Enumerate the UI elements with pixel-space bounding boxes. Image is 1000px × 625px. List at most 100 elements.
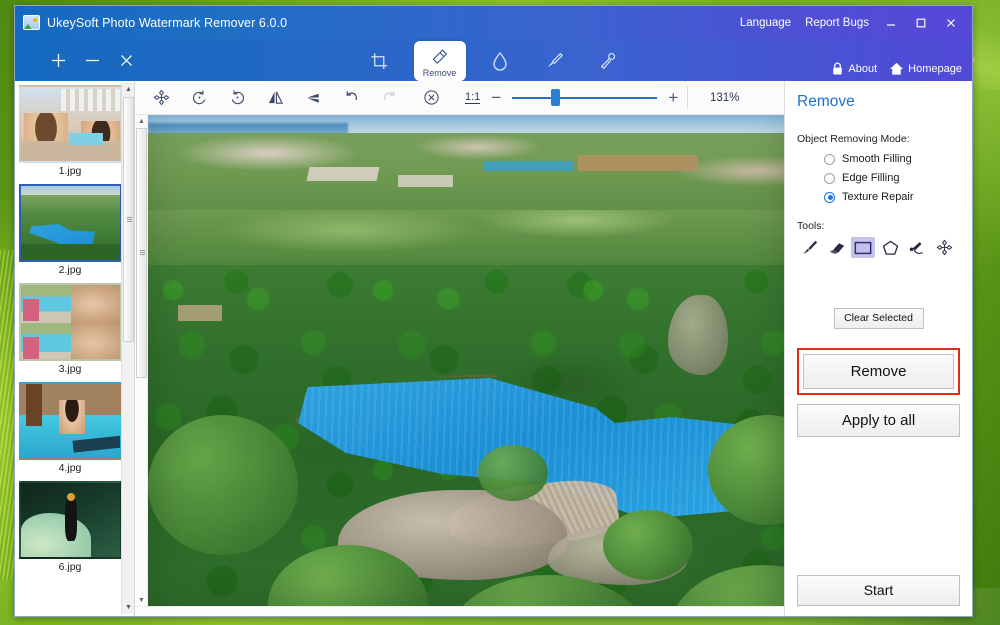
scroll-down-icon[interactable]: ▼ — [135, 594, 148, 606]
photo-rock — [668, 295, 728, 375]
list-item[interactable]: 3.jpg — [19, 283, 121, 378]
minus-icon — [85, 59, 99, 61]
zoom-actual-size-button[interactable]: 1:1 — [465, 91, 481, 104]
polygon-icon — [882, 240, 898, 255]
object-removing-mode-label: Object Removing Mode: — [797, 133, 910, 145]
plus-icon — [51, 53, 65, 67]
eraser-icon — [829, 243, 844, 254]
canvas-vertical-scrollbar[interactable]: ▲ ▼ — [135, 115, 148, 606]
minimize-button[interactable] — [876, 8, 906, 38]
rotate-left-button[interactable] — [187, 86, 211, 110]
thumbnail-scrollbar[interactable]: ▲ ▼ — [121, 83, 134, 614]
close-icon — [947, 18, 955, 27]
rectangle-select-tool[interactable] — [851, 237, 875, 258]
photo-shrub — [148, 415, 298, 555]
report-bugs-link[interactable]: Report Bugs — [798, 17, 876, 29]
maximize-button[interactable] — [906, 8, 936, 38]
scrollbar-thumb[interactable] — [136, 128, 147, 378]
pan-tool-button[interactable] — [149, 86, 173, 110]
zoom-in-button[interactable]: + — [668, 89, 678, 106]
homepage-link[interactable]: Homepage — [889, 62, 962, 76]
remove-button-highlight: Remove — [797, 348, 960, 395]
radio-label: Texture Repair — [842, 191, 914, 203]
thumbnail-image[interactable] — [19, 85, 121, 163]
remove-file-button[interactable] — [75, 43, 109, 77]
photo-building — [178, 305, 222, 321]
brush-icon — [802, 240, 817, 255]
radio-button[interactable] — [824, 153, 835, 165]
tab-crop[interactable] — [360, 43, 400, 79]
list-item[interactable]: 6.jpg — [19, 481, 121, 576]
canvas-column: 1:1 − + 131% ▲ ▼ — [135, 81, 784, 616]
title-bar: UkeySoft Photo Watermark Remover 6.0.0 L… — [15, 6, 972, 39]
undo-icon — [346, 91, 357, 100]
brush-icon — [547, 52, 563, 68]
thumbnail-label: 6.jpg — [58, 561, 82, 573]
polygon-select-tool[interactable] — [878, 237, 902, 258]
water-drop-icon — [492, 52, 507, 71]
undo-button[interactable] — [339, 86, 363, 110]
clear-selected-button[interactable]: Clear Selected — [833, 308, 924, 329]
list-item[interactable]: 4.jpg — [19, 382, 121, 477]
eraser-tool[interactable] — [824, 237, 848, 258]
mode-tabs: Remove — [360, 41, 628, 81]
tab-remove[interactable]: Remove — [413, 41, 466, 81]
canvas-horizontal-scrollbar[interactable] — [135, 606, 784, 616]
photo-building — [578, 155, 698, 171]
thumbnail-image[interactable] — [19, 382, 121, 460]
toolbar-divider — [687, 86, 688, 109]
thumbnail-label: 2.jpg — [58, 264, 82, 276]
rotate-cw-icon — [231, 90, 244, 105]
thumbnail-image[interactable] — [19, 481, 121, 559]
list-item[interactable]: 1.jpg — [19, 85, 121, 180]
toolbar-links: About Homepage — [831, 62, 962, 76]
homepage-label: Homepage — [908, 63, 962, 75]
tab-brush[interactable] — [534, 43, 574, 79]
thumbnail-image[interactable] — [19, 283, 121, 361]
about-link[interactable]: About — [831, 62, 877, 76]
tab-remove-label: Remove — [422, 67, 457, 78]
apply-to-all-button[interactable]: Apply to all — [797, 404, 960, 437]
radio-texture-repair[interactable]: Texture Repair — [824, 191, 960, 203]
thumbnail-list[interactable]: 1.jpg 2.jpg 3.jpg 4.jpg 6.jpg — [19, 85, 121, 612]
tab-watermark[interactable] — [480, 43, 520, 79]
main-toolbar: Remove About Homepage — [15, 39, 972, 81]
thumbnail-image[interactable] — [19, 184, 121, 262]
clear-files-button[interactable] — [109, 43, 143, 77]
radio-button[interactable] — [824, 191, 835, 203]
scroll-down-icon[interactable]: ▼ — [122, 601, 135, 614]
cancel-button[interactable] — [419, 86, 443, 110]
start-button[interactable]: Start — [797, 575, 960, 606]
lasso-tool[interactable] — [905, 237, 929, 258]
tab-pen[interactable] — [588, 43, 628, 79]
add-files-button[interactable] — [41, 43, 75, 77]
crop-icon — [371, 52, 388, 69]
zoom-out-button[interactable]: − — [491, 89, 501, 106]
photo-shrub — [478, 445, 548, 501]
list-item[interactable]: 2.jpg — [19, 184, 121, 279]
radio-smooth-filling[interactable]: Smooth Filling — [824, 153, 960, 165]
close-button[interactable] — [936, 8, 966, 38]
zoom-slider-handle[interactable] — [551, 89, 561, 106]
radio-edge-filling[interactable]: Edge Filling — [824, 172, 960, 184]
rotate-right-button[interactable] — [225, 86, 249, 110]
tools-label: Tools: — [797, 220, 825, 232]
brush-tool[interactable] — [797, 237, 821, 258]
remove-button[interactable]: Remove — [803, 354, 954, 389]
image-canvas[interactable]: ▲ ▼ — [135, 115, 784, 616]
flip-horizontal-icon — [268, 91, 283, 104]
scroll-up-icon[interactable]: ▲ — [135, 115, 148, 127]
scrollbar-thumb[interactable] — [123, 97, 134, 342]
zoom-slider[interactable] — [512, 89, 658, 106]
maximize-icon — [916, 18, 926, 27]
flip-horizontal-button[interactable] — [263, 86, 287, 110]
flip-vertical-button[interactable] — [301, 86, 325, 110]
canvas-toolbar: 1:1 − + 131% — [135, 81, 784, 115]
language-menu[interactable]: Language — [733, 17, 798, 29]
radio-button[interactable] — [824, 172, 835, 184]
redo-button[interactable] — [377, 86, 401, 110]
scroll-up-icon[interactable]: ▲ — [122, 83, 135, 96]
lasso-icon — [909, 241, 923, 254]
move-selection-tool[interactable] — [932, 237, 956, 258]
photo-preview[interactable] — [148, 115, 784, 606]
